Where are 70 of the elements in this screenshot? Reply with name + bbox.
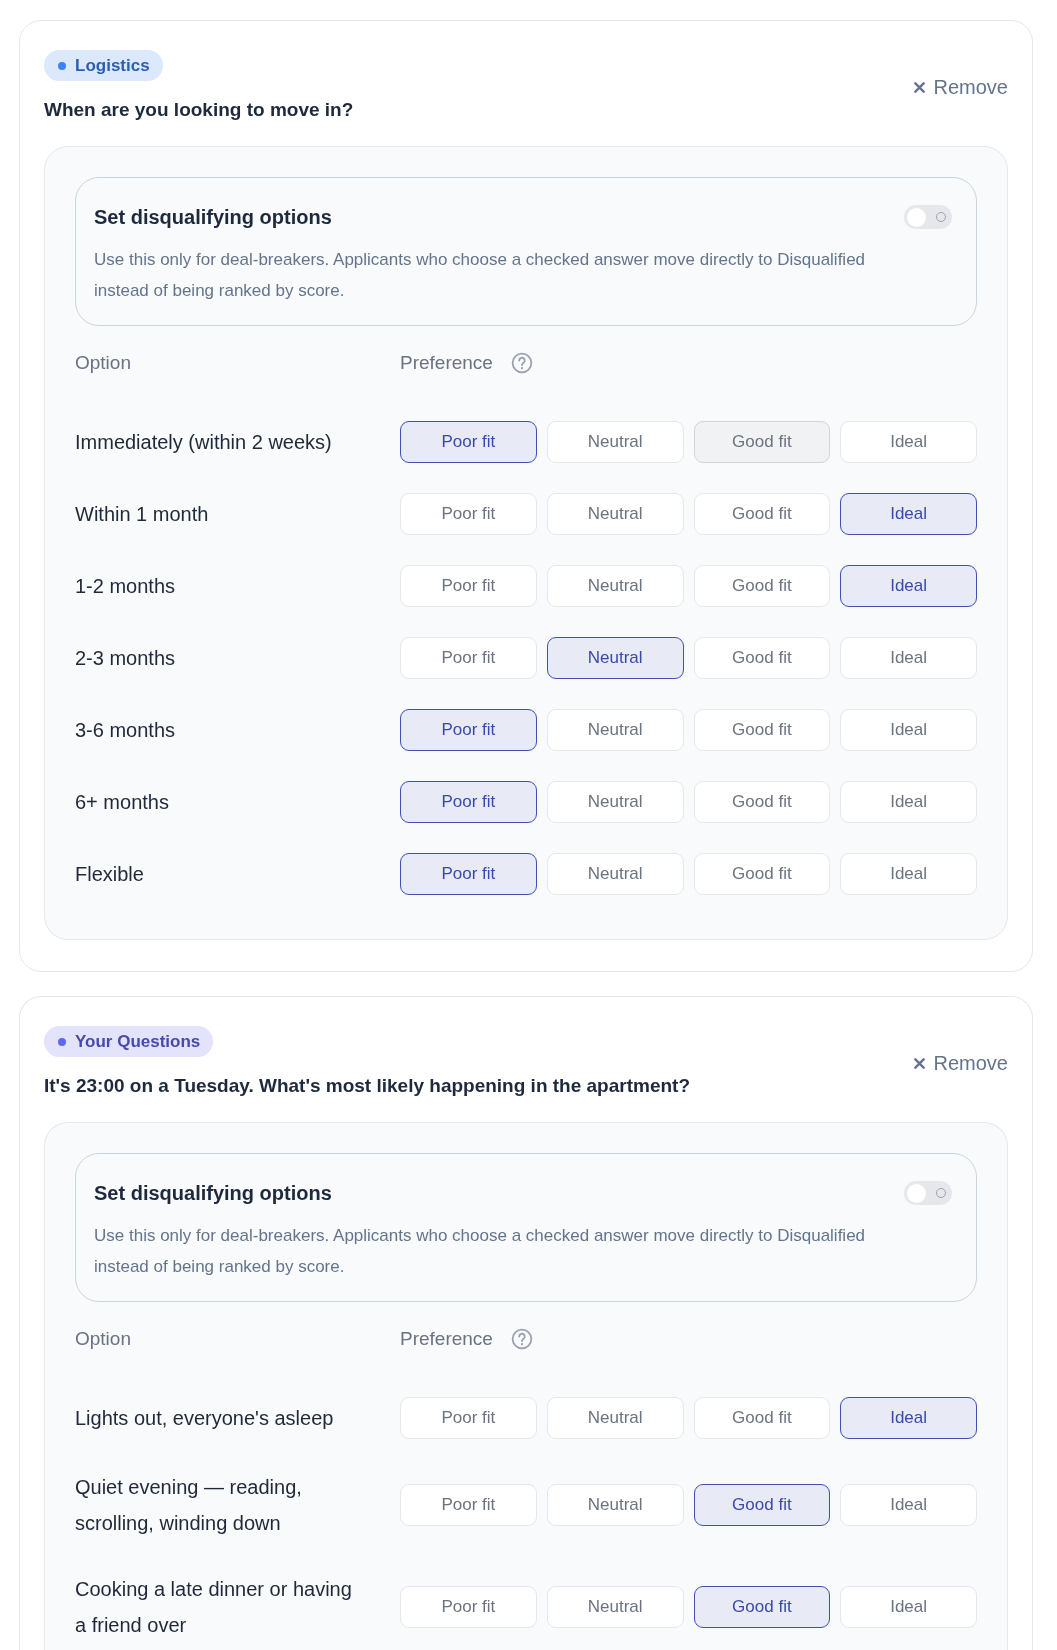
preference-button[interactable]: Neutral <box>546 1586 684 1628</box>
preference-button[interactable]: Poor fit <box>400 637 537 679</box>
category-label: Logistics <box>75 55 150 77</box>
preference-button[interactable]: Neutral <box>546 1484 684 1526</box>
preference-button[interactable]: Poor fit <box>400 493 537 535</box>
option-label: Lights out, everyone's asleep <box>75 1406 335 1431</box>
preference-button[interactable]: Ideal <box>840 493 977 535</box>
toggle-switch[interactable] <box>904 205 952 229</box>
preference-button[interactable]: Good fit <box>693 565 831 607</box>
preference-button[interactable]: Good fit <box>693 493 831 535</box>
disqualify-title: Set disqualifying options <box>94 1181 332 1206</box>
help-icon[interactable] <box>510 352 533 374</box>
preference-button[interactable]: Neutral <box>546 493 684 535</box>
column-header: Option <box>75 351 132 375</box>
preference-button[interactable]: Ideal <box>840 1586 977 1628</box>
help-icon[interactable] <box>510 1328 533 1350</box>
preference-button[interactable]: Ideal <box>840 781 977 823</box>
disqualify-description: Use this only for deal-breakers. Applicants who choose a checked answer move directly to Disqualified instead of being ranked by score. <box>94 1225 867 1278</box>
preference-button[interactable]: Good fit <box>693 781 831 823</box>
disqualify-title: Set disqualifying options <box>94 205 332 230</box>
preference-button[interactable]: Ideal <box>840 709 977 751</box>
question-title: When are you looking to move in? <box>44 98 354 122</box>
preference-button[interactable]: Neutral <box>546 565 684 607</box>
option-label: 2-3 months <box>75 646 177 671</box>
preference-button[interactable]: Good fit <box>693 637 831 679</box>
preference-button[interactable]: Ideal <box>840 421 977 463</box>
option-label: 6+ months <box>75 790 170 815</box>
preference-button[interactable]: Ideal <box>840 637 977 679</box>
disqualify-description: Use this only for deal-breakers. Applicants who choose a checked answer move directly to Disqualified instead of being ranked by score. <box>94 249 867 302</box>
preference-button[interactable]: Good fit <box>693 1484 831 1526</box>
question-title: It's 23:00 on a Tuesday. What's most likely happening in the apartment? <box>44 1074 691 1098</box>
preference-button[interactable]: Poor fit <box>400 853 537 895</box>
remove-button[interactable]: Remove <box>913 74 1008 100</box>
preference-button[interactable]: Neutral <box>546 421 684 463</box>
option-label: 3-6 months <box>75 718 177 743</box>
preference-button[interactable]: Poor fit <box>400 1484 537 1526</box>
close-icon <box>913 1057 925 1069</box>
option-label: Immediately (within 2 weeks) <box>75 430 333 455</box>
preference-button[interactable]: Good fit <box>693 853 831 895</box>
preference-button[interactable]: Ideal <box>840 565 977 607</box>
preference-button[interactable]: Good fit <box>693 1397 831 1439</box>
preference-button[interactable]: Ideal <box>840 853 977 895</box>
column-header: Preference <box>400 1327 493 1351</box>
category-label: Your Questions <box>75 1031 201 1053</box>
preference-button[interactable]: Good fit <box>693 1586 831 1628</box>
option-label: Flexible <box>75 862 145 887</box>
preference-button[interactable]: Good fit <box>693 709 831 751</box>
preference-button[interactable]: Poor fit <box>400 1586 537 1628</box>
column-header: Option <box>75 1327 132 1351</box>
option-label: 1-2 months <box>75 574 177 599</box>
preference-button[interactable]: Neutral <box>546 709 684 751</box>
preference-button[interactable]: Neutral <box>546 853 684 895</box>
remove-button[interactable]: Remove <box>913 1050 1008 1076</box>
option-label: Cooking a late dinner or having a friend over <box>75 1577 353 1638</box>
preference-button[interactable]: Neutral <box>546 637 684 679</box>
preference-button[interactable]: Ideal <box>840 1397 977 1439</box>
preference-button[interactable]: Poor fit <box>400 781 537 823</box>
preference-button[interactable]: Neutral <box>546 1397 684 1439</box>
preference-button[interactable]: Ideal <box>840 1484 977 1526</box>
preference-button[interactable]: Neutral <box>546 781 684 823</box>
toggle-switch[interactable] <box>904 1181 952 1205</box>
close-icon <box>913 81 925 93</box>
option-label: Within 1 month <box>75 502 210 527</box>
preference-button[interactable]: Poor fit <box>400 709 537 751</box>
preference-button[interactable]: Poor fit <box>400 565 537 607</box>
preference-button[interactable]: Poor fit <box>400 1397 537 1439</box>
option-label: Quiet evening — reading, scrolling, winding down <box>75 1475 303 1536</box>
preference-button[interactable]: Poor fit <box>400 421 537 463</box>
preference-button[interactable]: Good fit <box>693 421 831 463</box>
column-header: Preference <box>400 351 493 375</box>
